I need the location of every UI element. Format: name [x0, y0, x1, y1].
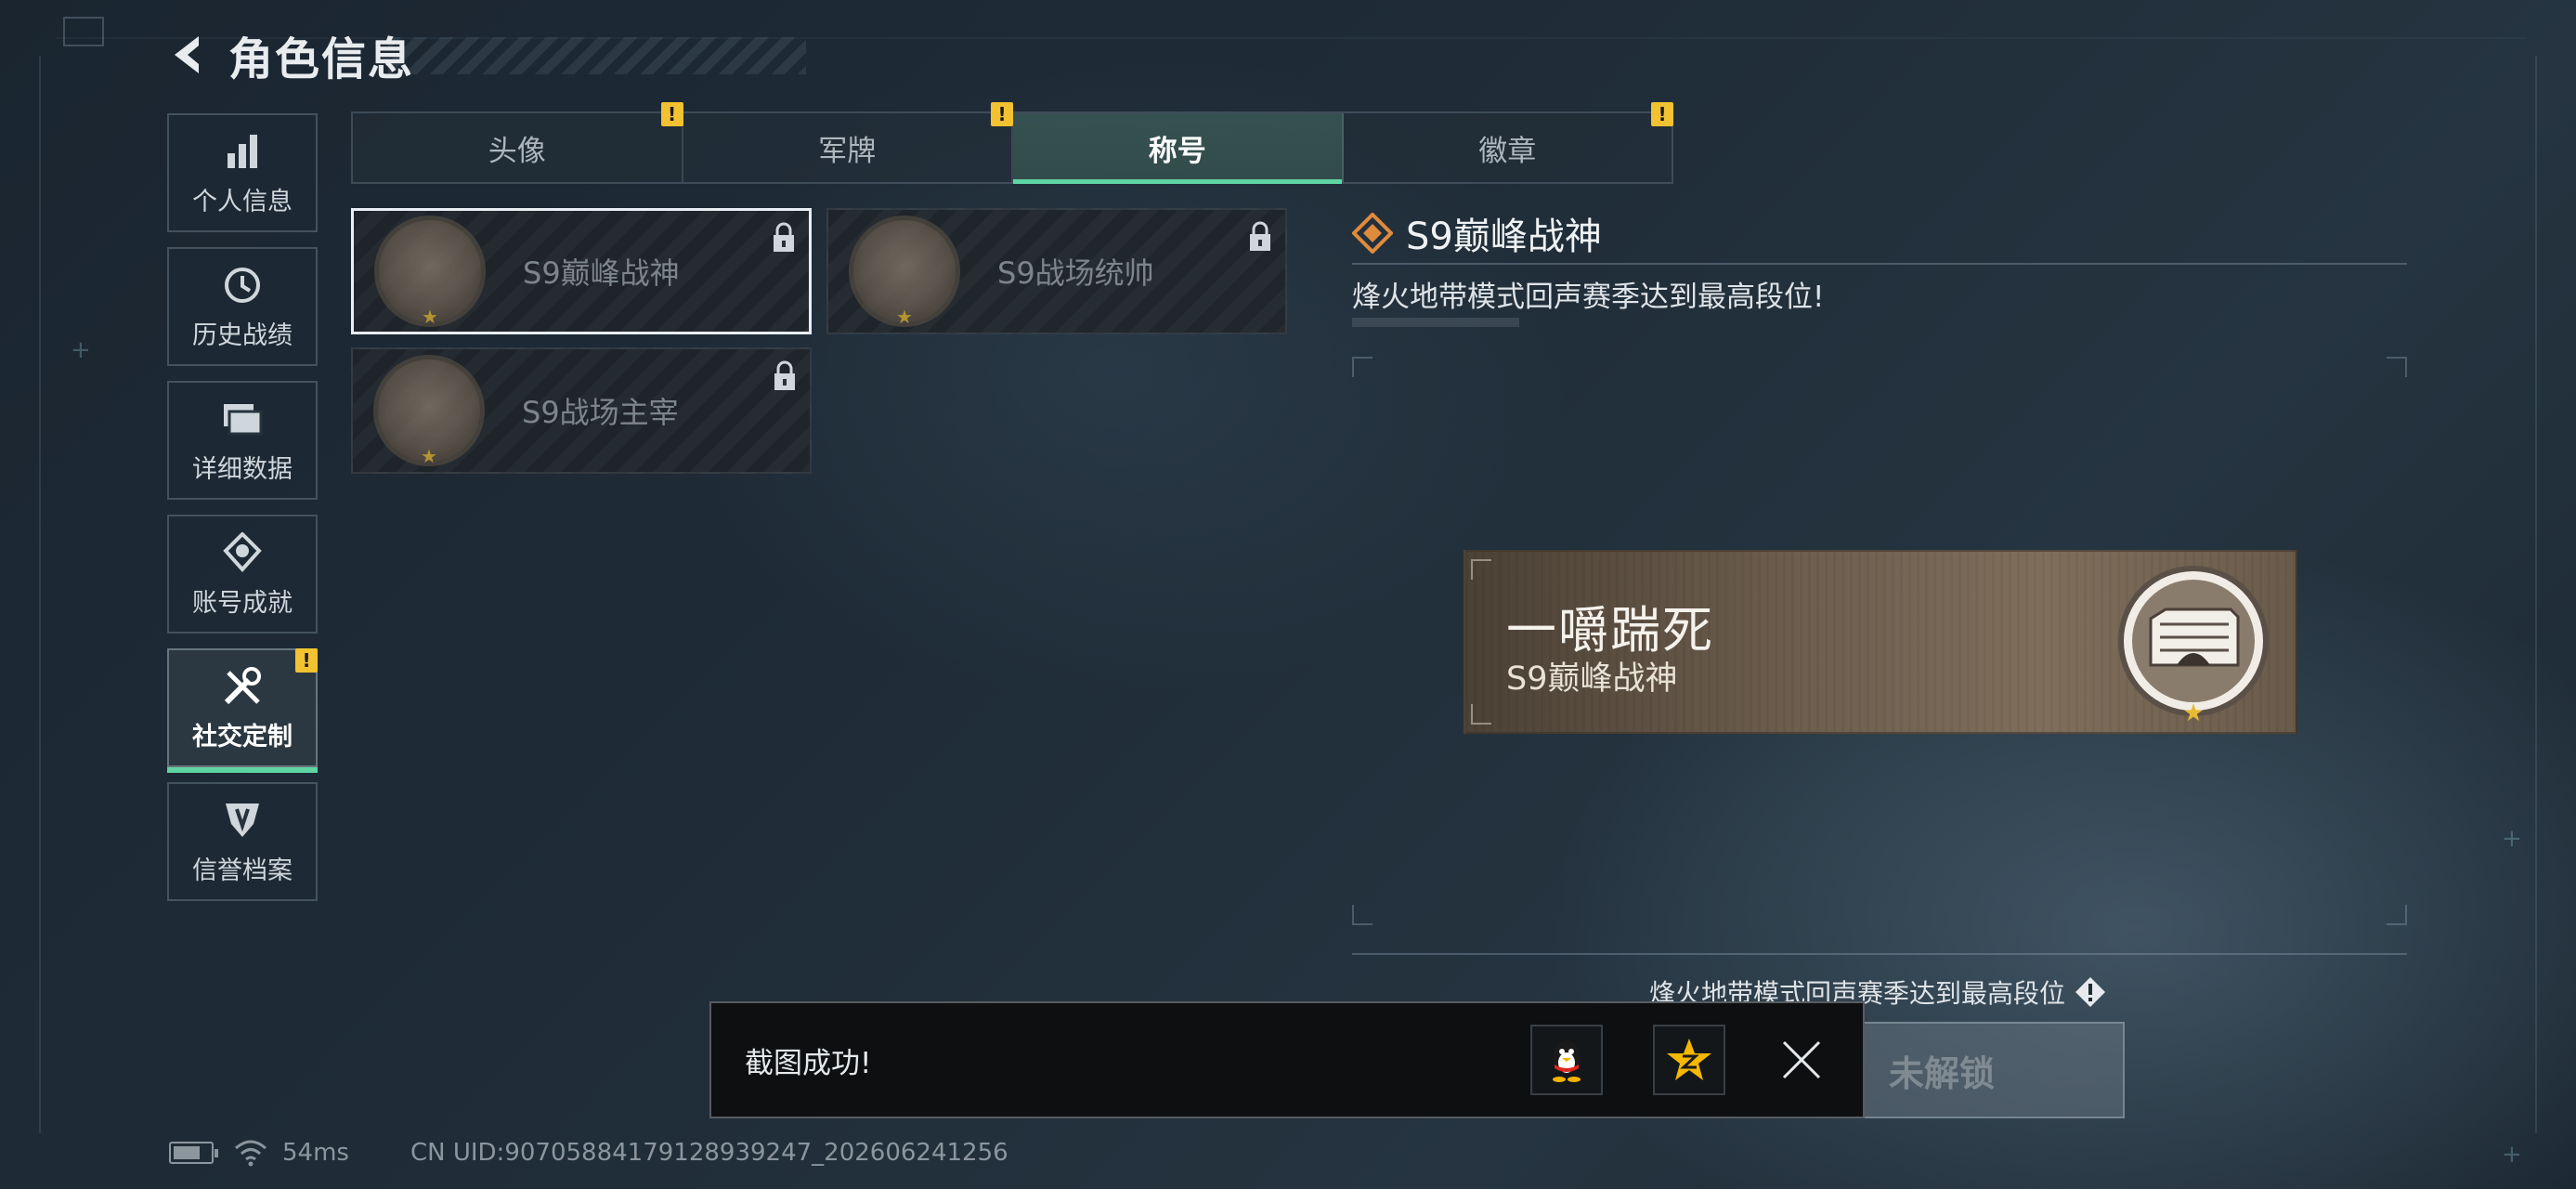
detail-description: 烽火地带模式回声赛季达到最高段位!: [1352, 281, 1825, 314]
alert-badge: !: [1651, 102, 1673, 126]
close-icon[interactable]: [1776, 1034, 1828, 1086]
tab-badge[interactable]: 徽章 !: [1344, 102, 1673, 182]
status-bar: 54ms CN UID:9070588417912893924​7_202606…: [169, 1139, 1008, 1167]
title-emblem-icon: ★: [849, 216, 960, 328]
corner-square-icon: [63, 17, 104, 46]
sidebar-item-label: 历史战绩: [192, 320, 293, 350]
share-qq-button[interactable]: [1530, 1025, 1603, 1095]
frame-corner: [1471, 704, 1491, 725]
tab-label: 头像: [488, 134, 546, 168]
qzone-star-icon: [1667, 1039, 1711, 1080]
sidebar-item-label: 社交定制: [192, 722, 293, 751]
sidebar-item-personal-info[interactable]: 个人信息: [167, 113, 318, 232]
detail-header: S9巅峰战神: [1352, 206, 1602, 260]
lock-icon: [1250, 221, 1270, 251]
divider: [1352, 953, 2407, 955]
toast-message: 截图成功!: [745, 1046, 872, 1080]
alert-badge: !: [991, 102, 1013, 126]
crosshair-mark: +: [2502, 825, 2522, 853]
frame-corner: [1352, 357, 1373, 377]
frame-corner: [2387, 905, 2407, 925]
tab-label: 徽章: [1478, 134, 1537, 168]
crosshair-mark: +: [2502, 1141, 2522, 1169]
alert-badge: !: [295, 648, 318, 673]
category-tabs: 头像 ! 军牌 ! 称号 徽章 !: [351, 102, 1673, 184]
star-icon: ★: [422, 306, 438, 328]
star-icon: ★: [421, 445, 437, 467]
bar-chart-icon: [220, 129, 265, 174]
frame-corner: [1352, 905, 1373, 925]
lock-icon: [774, 360, 795, 390]
star-icon: ★: [896, 306, 913, 328]
title-emblem-icon: ★: [2118, 566, 2269, 726]
sidebar-item-history[interactable]: 历史战绩: [167, 247, 318, 366]
title-hatch-decoration: [388, 37, 806, 74]
sidebar-item-social-custom[interactable]: ! 社交定制: [167, 648, 318, 773]
screenshot-toast: 截图成功!: [709, 1001, 1865, 1118]
tab-avatar[interactable]: 头像 !: [353, 102, 683, 182]
detail-title: S9巅峰战神: [1406, 216, 1602, 258]
title-card[interactable]: ★ S9战场主宰: [351, 347, 812, 474]
battery-icon: [169, 1142, 218, 1164]
diamond-icon: [1352, 213, 1393, 254]
title-card[interactable]: ★ S9巅峰战神: [351, 208, 812, 334]
wifi-icon: [235, 1140, 267, 1167]
sidebar-item-label: 账号成就: [192, 588, 293, 618]
frame-corner: [1471, 559, 1491, 580]
shield-emblem-icon: [220, 798, 265, 843]
back-arrow-icon[interactable]: [165, 31, 214, 79]
tab-title[interactable]: 称号: [1013, 113, 1344, 184]
title-card-name: S9战场主宰: [522, 395, 679, 430]
qq-penguin-icon: [1553, 1040, 1581, 1082]
sidebar-item-label: 个人信息: [192, 187, 293, 216]
title-emblem-icon: ★: [373, 355, 485, 467]
divider: [1352, 263, 2407, 265]
folder-icon: [220, 397, 265, 441]
frame-corner: [2387, 357, 2407, 377]
crosshair-mark: +: [71, 336, 91, 364]
history-clock-icon: [220, 263, 265, 307]
lock-icon: [774, 222, 794, 252]
medal-icon: [220, 530, 265, 575]
title-emblem-icon: ★: [374, 216, 486, 328]
tools-icon: [220, 664, 265, 709]
sidebar-item-detailed-data[interactable]: 详细数据: [167, 381, 318, 500]
title-card-name: S9巅峰战神: [523, 255, 680, 291]
faint-text-placeholder: [1352, 318, 1519, 327]
page-title: 角色信息: [228, 33, 415, 85]
preview-title-name: S9巅峰战神: [1506, 660, 1678, 698]
svg-text:★: ★: [2182, 699, 2204, 726]
ping-value: 54ms: [282, 1139, 349, 1167]
tab-label: 称号: [1148, 134, 1206, 168]
tab-dogtag[interactable]: 军牌 !: [683, 102, 1013, 182]
page-header: 角色信息: [165, 26, 806, 85]
alert-badge: !: [660, 102, 683, 126]
share-qzone-button[interactable]: [1653, 1025, 1725, 1095]
uid-text: CN UID:9070588417912893924​7_20260624125…: [410, 1139, 1008, 1167]
title-preview-banner: 一嚼踹死 S9巅峰战神 ★: [1464, 550, 2297, 734]
frame-line-right: [2535, 56, 2537, 1133]
frame-line-left: [39, 56, 41, 1133]
sidebar-item-credit-record[interactable]: 信誉档案: [167, 782, 318, 901]
info-diamond-icon[interactable]: [2075, 976, 2106, 1008]
sidebar-item-label: 信誉档案: [192, 856, 293, 885]
tab-label: 军牌: [818, 134, 877, 168]
title-card[interactable]: ★ S9战场统帅: [826, 208, 1287, 334]
sidebar-item-label: 详细数据: [192, 454, 293, 484]
sidebar-item-achievements[interactable]: 账号成就: [167, 515, 318, 634]
title-card-name: S9战场统帅: [997, 255, 1154, 291]
